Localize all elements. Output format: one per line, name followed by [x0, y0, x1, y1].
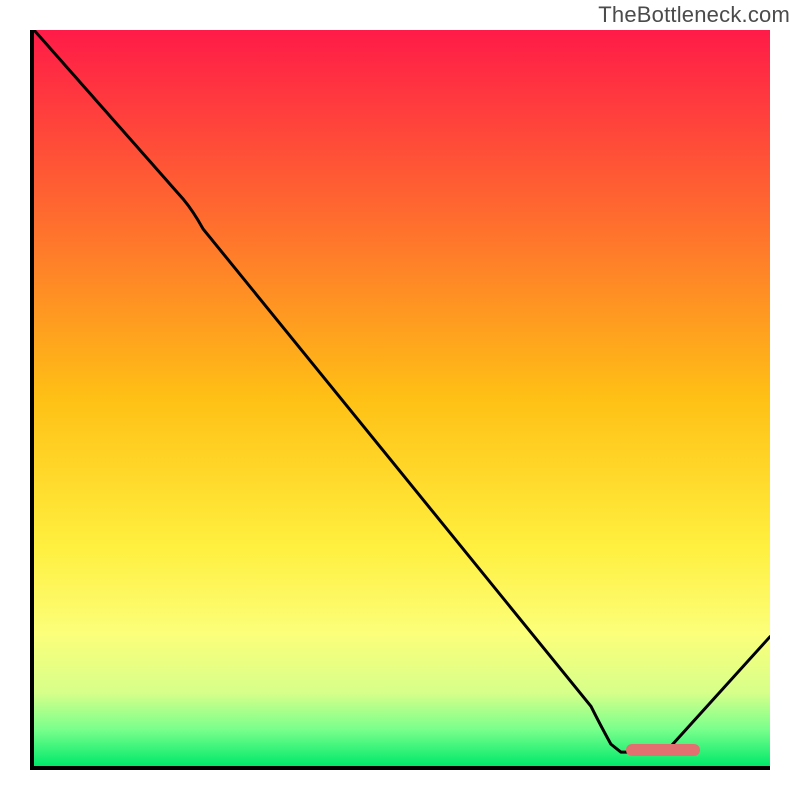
- optimal-range-marker: [626, 744, 700, 756]
- bottleneck-curve: [34, 30, 770, 766]
- plot-area: [30, 30, 770, 770]
- chart-container: TheBottleneck.com: [0, 0, 800, 800]
- watermark-text: TheBottleneck.com: [598, 2, 790, 28]
- curve-path: [34, 30, 770, 752]
